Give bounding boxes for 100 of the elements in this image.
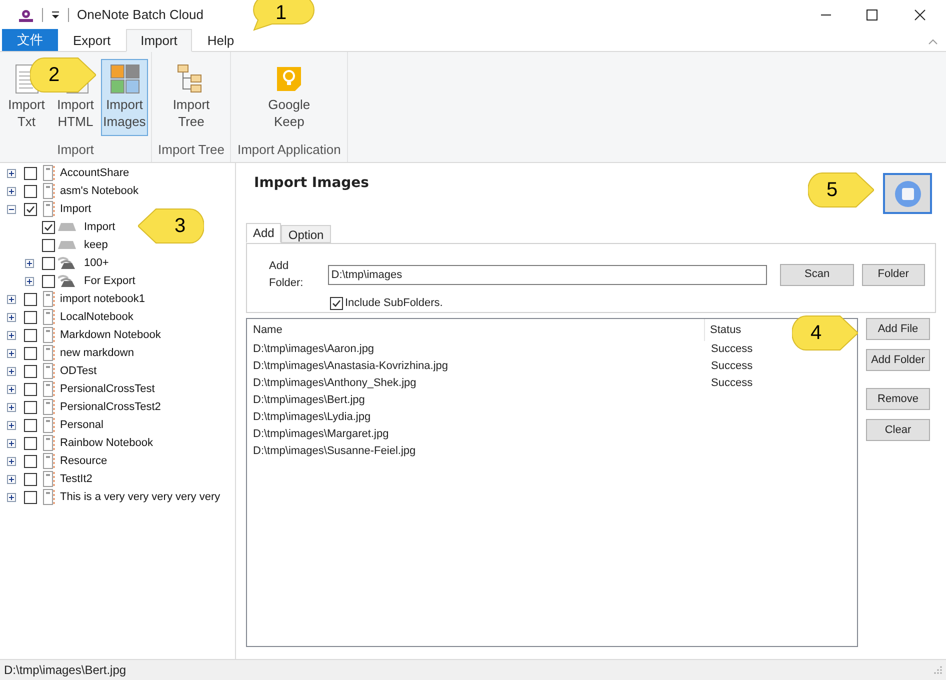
expand-icon[interactable] xyxy=(7,294,16,304)
panel-tab[interactable]: Option xyxy=(281,225,331,243)
file-path: D:\tmp\images\Lydia.jpg xyxy=(252,410,372,426)
tree-checkbox[interactable] xyxy=(24,364,37,378)
list-action-button[interactable]: Add Folder xyxy=(866,349,930,371)
tree-item[interactable]: PersionalCrossTest2 xyxy=(60,398,161,416)
tree-item[interactable]: For Export xyxy=(84,272,136,290)
stacked-tabs-icon xyxy=(58,257,76,269)
file-path: D:\tmp\images\Susanne-Feiel.jpg xyxy=(252,444,417,460)
tree-item[interactable]: new markdown xyxy=(60,344,134,362)
subfolders-checkbox[interactable] xyxy=(330,296,343,310)
tree-item[interactable]: AccountShare xyxy=(60,164,130,182)
tree-checkbox[interactable] xyxy=(24,454,37,468)
file-path: D:\tmp\images\Anthony_Shek.jpg xyxy=(252,376,418,392)
ribbon-tab[interactable]: Help xyxy=(192,29,250,52)
tree-item[interactable]: keep xyxy=(84,236,108,254)
tree-item[interactable]: This is a very very very very very xyxy=(60,488,220,506)
tree-checkbox[interactable] xyxy=(42,238,55,252)
list-action-button[interactable]: Remove xyxy=(866,388,930,410)
notebook-icon xyxy=(42,435,54,451)
expand-icon[interactable] xyxy=(25,276,34,286)
collapse-icon[interactable] xyxy=(7,204,16,214)
tree-item[interactable]: TestIt2 xyxy=(60,470,92,488)
collapse-ribbon-icon[interactable] xyxy=(928,39,938,45)
stop-button[interactable] xyxy=(883,173,932,214)
close-icon[interactable] xyxy=(914,9,926,21)
tree-checkbox[interactable] xyxy=(24,472,37,486)
ribbon-button[interactable]: Google Keep xyxy=(254,59,324,136)
tree-checkbox[interactable] xyxy=(42,220,55,234)
tree-item[interactable]: PersionalCrossTest xyxy=(60,380,155,398)
panel-tab[interactable]: Add xyxy=(246,223,282,243)
ribbon-tab[interactable]: Export xyxy=(58,29,126,52)
column-header[interactable]: Status xyxy=(705,322,742,338)
tree-item[interactable]: ODTest xyxy=(60,362,97,380)
ribbon-button[interactable]: Import Tree xyxy=(168,59,215,136)
notebook-icon xyxy=(42,489,54,505)
tree-checkbox[interactable] xyxy=(42,274,55,288)
expand-icon[interactable] xyxy=(7,492,16,502)
expand-icon[interactable] xyxy=(7,438,16,448)
tree-item[interactable]: Import xyxy=(60,200,92,218)
expand-icon[interactable] xyxy=(7,402,16,412)
tree-item[interactable]: Markdown Notebook xyxy=(60,326,161,344)
folder-button[interactable]: Folder xyxy=(862,264,926,286)
tree-item[interactable]: Resource xyxy=(60,452,108,470)
tree-item[interactable]: Rainbow Notebook xyxy=(60,434,153,452)
expand-icon[interactable] xyxy=(7,474,16,484)
tree-checkbox[interactable] xyxy=(24,292,37,306)
notebook-icon xyxy=(42,381,54,397)
tree-item[interactable]: LocalNotebook xyxy=(60,308,134,326)
tree-checkbox[interactable] xyxy=(42,256,55,270)
maximize-icon[interactable] xyxy=(866,9,878,21)
file-tab[interactable]: 文件 xyxy=(2,29,58,51)
tree-checkbox[interactable] xyxy=(24,328,37,342)
tree-checkbox[interactable] xyxy=(24,202,37,216)
tree-item[interactable]: Personal xyxy=(60,416,104,434)
tree-checkbox[interactable] xyxy=(24,436,37,450)
expand-icon[interactable] xyxy=(7,366,16,376)
image-grid-icon xyxy=(110,64,140,94)
status-text: Success xyxy=(710,359,753,374)
tree-checkbox[interactable] xyxy=(24,418,37,432)
expand-icon[interactable] xyxy=(7,186,16,196)
tree-checkbox[interactable] xyxy=(24,382,37,396)
expand-icon[interactable] xyxy=(7,348,16,358)
callout-tooltip: 5 xyxy=(808,171,874,209)
tree-item[interactable]: asm's Notebook xyxy=(60,182,139,200)
list-action-button[interactable]: Add File xyxy=(866,318,930,340)
tree-checkbox[interactable] xyxy=(24,346,37,360)
expand-icon[interactable] xyxy=(7,312,16,322)
ribbon-tab[interactable]: Import xyxy=(126,29,192,52)
tree-item[interactable]: import notebook1 xyxy=(60,290,145,308)
group-label: Import Tree xyxy=(157,140,226,159)
tree-checkbox[interactable] xyxy=(24,400,37,414)
tree-checkbox[interactable] xyxy=(24,490,37,504)
expand-icon[interactable] xyxy=(7,330,16,340)
notebook-icon xyxy=(42,201,54,217)
notebook-icon xyxy=(42,183,54,199)
expand-icon[interactable] xyxy=(7,168,16,178)
notebook-icon xyxy=(42,165,54,181)
expand-icon[interactable] xyxy=(7,384,16,394)
expand-icon[interactable] xyxy=(25,258,34,268)
tab-icon xyxy=(58,241,76,249)
expand-icon[interactable] xyxy=(7,456,16,466)
resize-grip-icon[interactable] xyxy=(934,666,942,674)
notebook-icon xyxy=(42,399,54,415)
notebook-icon xyxy=(42,309,54,325)
scan-button[interactable]: Scan xyxy=(780,264,854,286)
notebook-icon xyxy=(42,327,54,343)
list-action-button[interactable]: Clear xyxy=(866,419,930,441)
dropdown-icon[interactable] xyxy=(51,11,60,19)
window-title: OneNote Batch Cloud xyxy=(77,6,204,24)
column-header[interactable]: Name xyxy=(247,319,705,341)
ribbon-button[interactable]: Import Images xyxy=(101,59,148,136)
tree-checkbox[interactable] xyxy=(24,184,37,198)
expand-icon[interactable] xyxy=(7,420,16,430)
tree-checkbox[interactable] xyxy=(24,310,37,324)
tree-item[interactable]: 100+ xyxy=(84,254,109,272)
group-label: Import xyxy=(56,140,95,159)
tree-checkbox[interactable] xyxy=(24,166,37,180)
tree-item[interactable]: Import xyxy=(84,218,116,236)
folder-input-field[interactable]: D:\tmp\images xyxy=(328,264,768,284)
